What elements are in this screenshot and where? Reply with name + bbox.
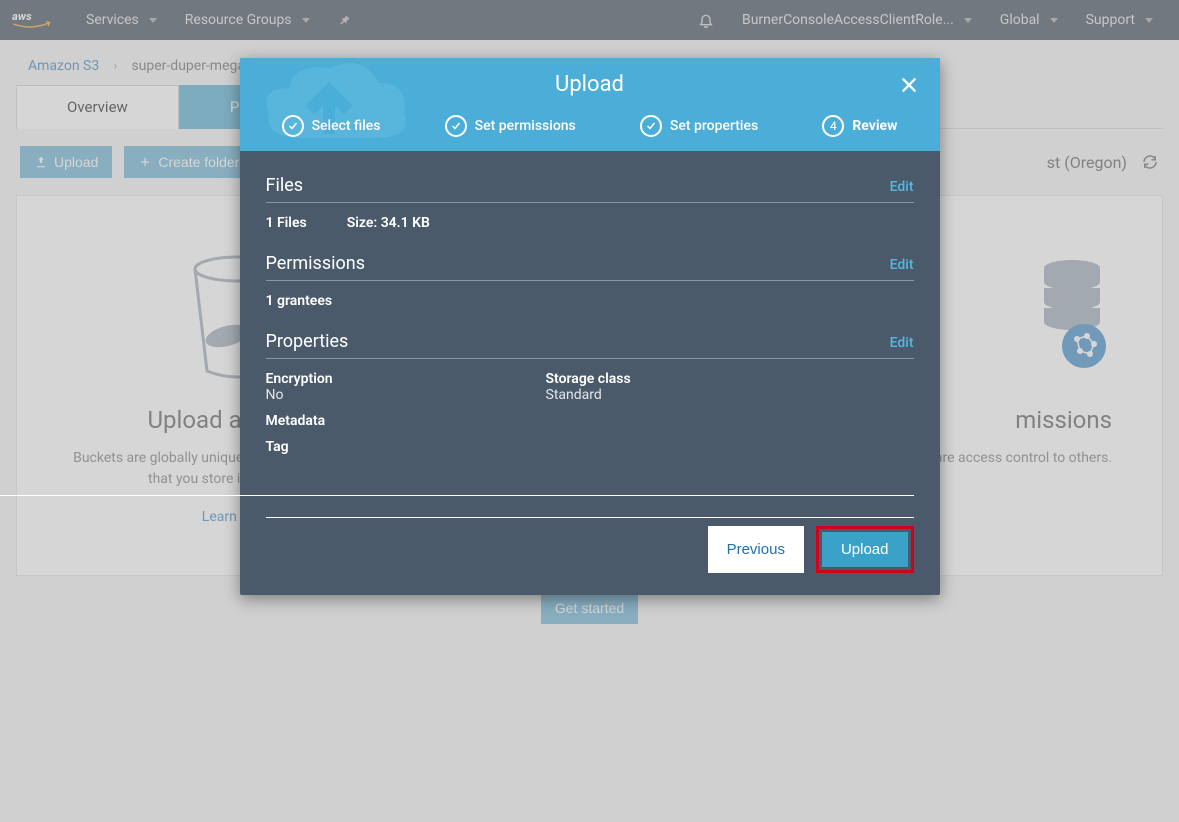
kv-storage-class: Storage class Standard	[546, 371, 746, 403]
size-value: 34.1 KB	[381, 215, 430, 231]
step-num-label: 4	[830, 119, 837, 133]
previous-button[interactable]: Previous	[708, 526, 804, 573]
check-icon	[445, 115, 467, 137]
check-icon	[282, 115, 304, 137]
step-label: Review	[852, 118, 897, 134]
step-review[interactable]: 4 Review	[822, 115, 897, 137]
upload-confirm-button[interactable]: Upload	[822, 532, 908, 567]
upload-modal: Upload Select files Set permissions Set …	[240, 58, 940, 595]
section-permissions: Permissions Edit 1 grantees	[266, 253, 914, 309]
kv-encryption: Encryption No	[266, 371, 466, 403]
encryption-label: Encryption	[266, 371, 466, 387]
modal-footer	[240, 487, 940, 517]
storage-class-label: Storage class	[546, 371, 746, 387]
step-set-properties[interactable]: Set properties	[640, 115, 758, 137]
wizard-steps: Select files Set permissions Set propert…	[240, 107, 940, 151]
grantees-count: 1 grantees	[266, 293, 914, 309]
section-files: Files Edit 1 Files Size: 34.1 KB	[266, 175, 914, 231]
step-label: Select files	[312, 118, 381, 134]
files-size: Size: 34.1 KB	[347, 215, 430, 231]
close-icon[interactable]	[898, 74, 920, 100]
edit-properties-link[interactable]: Edit	[890, 335, 914, 351]
step-label: Set properties	[670, 118, 758, 134]
tag-label: Tag	[266, 439, 914, 455]
metadata-label: Metadata	[266, 413, 914, 429]
step-label: Set permissions	[475, 118, 576, 134]
modal-footer-buttons: Previous Upload	[240, 518, 940, 595]
section-heading: Properties	[266, 331, 349, 352]
section-heading: Permissions	[266, 253, 366, 274]
modal-title: Upload	[240, 72, 940, 107]
files-count: 1 Files	[266, 215, 307, 231]
step-select-files[interactable]: Select files	[282, 115, 381, 137]
step-set-permissions[interactable]: Set permissions	[445, 115, 576, 137]
upload-highlight: Upload	[816, 526, 914, 573]
section-properties: Properties Edit Encryption No Storage cl…	[266, 331, 914, 455]
check-icon	[640, 115, 662, 137]
encryption-value: No	[266, 387, 466, 403]
modal-overlay: Upload Select files Set permissions Set …	[0, 0, 1179, 822]
size-label: Size:	[347, 215, 378, 231]
section-heading: Files	[266, 175, 304, 196]
edit-permissions-link[interactable]: Edit	[890, 257, 914, 273]
modal-header: Upload Select files Set permissions Set …	[240, 58, 940, 151]
edit-files-link[interactable]: Edit	[890, 179, 914, 195]
storage-class-value: Standard	[546, 387, 746, 403]
step-number: 4	[822, 115, 844, 137]
modal-body: Files Edit 1 Files Size: 34.1 KB Permiss…	[240, 151, 940, 487]
